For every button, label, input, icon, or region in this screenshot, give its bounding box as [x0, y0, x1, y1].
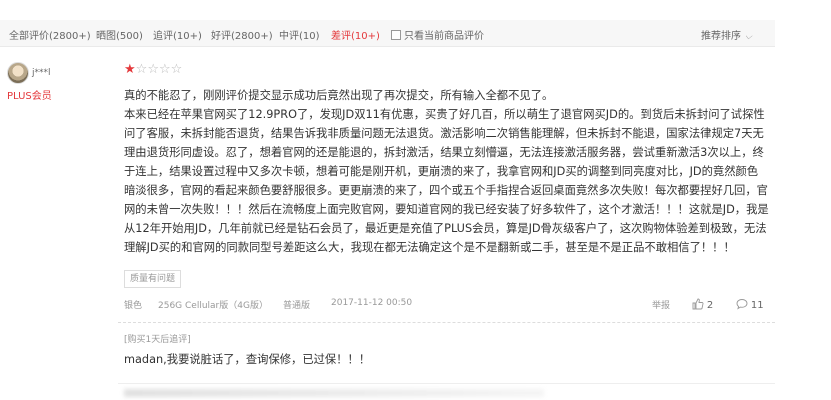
review-tag[interactable]: 质量有问题: [124, 270, 182, 288]
chevron-down-icon: ⌵: [745, 32, 752, 42]
star-icon: ☆: [147, 62, 159, 77]
star-icon: ★: [124, 62, 136, 77]
product-spec: 256G Cellular版（4G版）: [158, 301, 268, 311]
review-datetime: 2017-11-12 00:50: [331, 298, 413, 308]
comment-button[interactable]: 11: [736, 298, 764, 311]
thumbs-up-icon: [692, 298, 704, 310]
review-bottom-rule: [118, 383, 775, 384]
review-paragraph: 真的不能忍了，刚刚评价提交显示成功后竟然出现了再次提交，所有输入全都不见了。: [124, 89, 554, 102]
comment-icon: [736, 299, 748, 310]
followup-divider: [118, 322, 775, 323]
like-button[interactable]: 2: [692, 298, 713, 311]
review-body: 真的不能忍了，刚刚评价提交显示成功后竟然出现了再次提交，所有输入全都不见了。 本…: [124, 86, 769, 257]
product-edition: 普通版: [283, 301, 311, 311]
sort-dropdown[interactable]: 推荐排序 ⌵: [701, 27, 752, 42]
avatar[interactable]: [7, 62, 29, 84]
sort-label: 推荐排序: [701, 31, 741, 42]
like-count: 2: [706, 300, 714, 311]
followup-label: [购买1天后追评]: [124, 335, 191, 345]
followup-text: madan,我要说脏话了，查询保修，已过保！！！: [124, 353, 371, 366]
report-link[interactable]: 举报: [652, 298, 670, 311]
filter-current-only[interactable]: 只看当前商品评价: [391, 27, 484, 42]
filter-negative[interactable]: 差评(10+): [331, 27, 380, 42]
star-icon: ☆: [135, 62, 148, 77]
next-review-preview: [124, 389, 544, 397]
comment-count: 11: [750, 300, 764, 311]
review-paragraph: 本来已经在苹果官网买了12.9PRO了，发现JD双11有优惠，买贵了好几百，所以…: [124, 108, 769, 254]
filter-all[interactable]: 全部评价(2800+): [9, 27, 91, 42]
star-icon: ☆: [158, 62, 171, 77]
plus-member-badge: PLUS会员: [7, 91, 52, 102]
checkbox-icon[interactable]: [391, 30, 401, 40]
filter-positive[interactable]: 好评(2800+): [211, 27, 273, 42]
star-icon: ☆: [170, 62, 183, 77]
star-rating: ★☆☆☆☆: [124, 63, 182, 77]
review-filter-bar: 全部评价(2800+) 晒图(500) 追评(10+) 好评(2800+) 中评…: [0, 20, 775, 47]
username: j***l: [32, 68, 51, 78]
filter-followup[interactable]: 追评(10+): [153, 27, 202, 42]
filter-current-only-label: 只看当前商品评价: [404, 31, 484, 42]
product-color: 银色: [124, 301, 143, 311]
filter-neutral[interactable]: 中评(10): [279, 27, 320, 42]
filter-photos[interactable]: 晒图(500): [96, 27, 143, 42]
